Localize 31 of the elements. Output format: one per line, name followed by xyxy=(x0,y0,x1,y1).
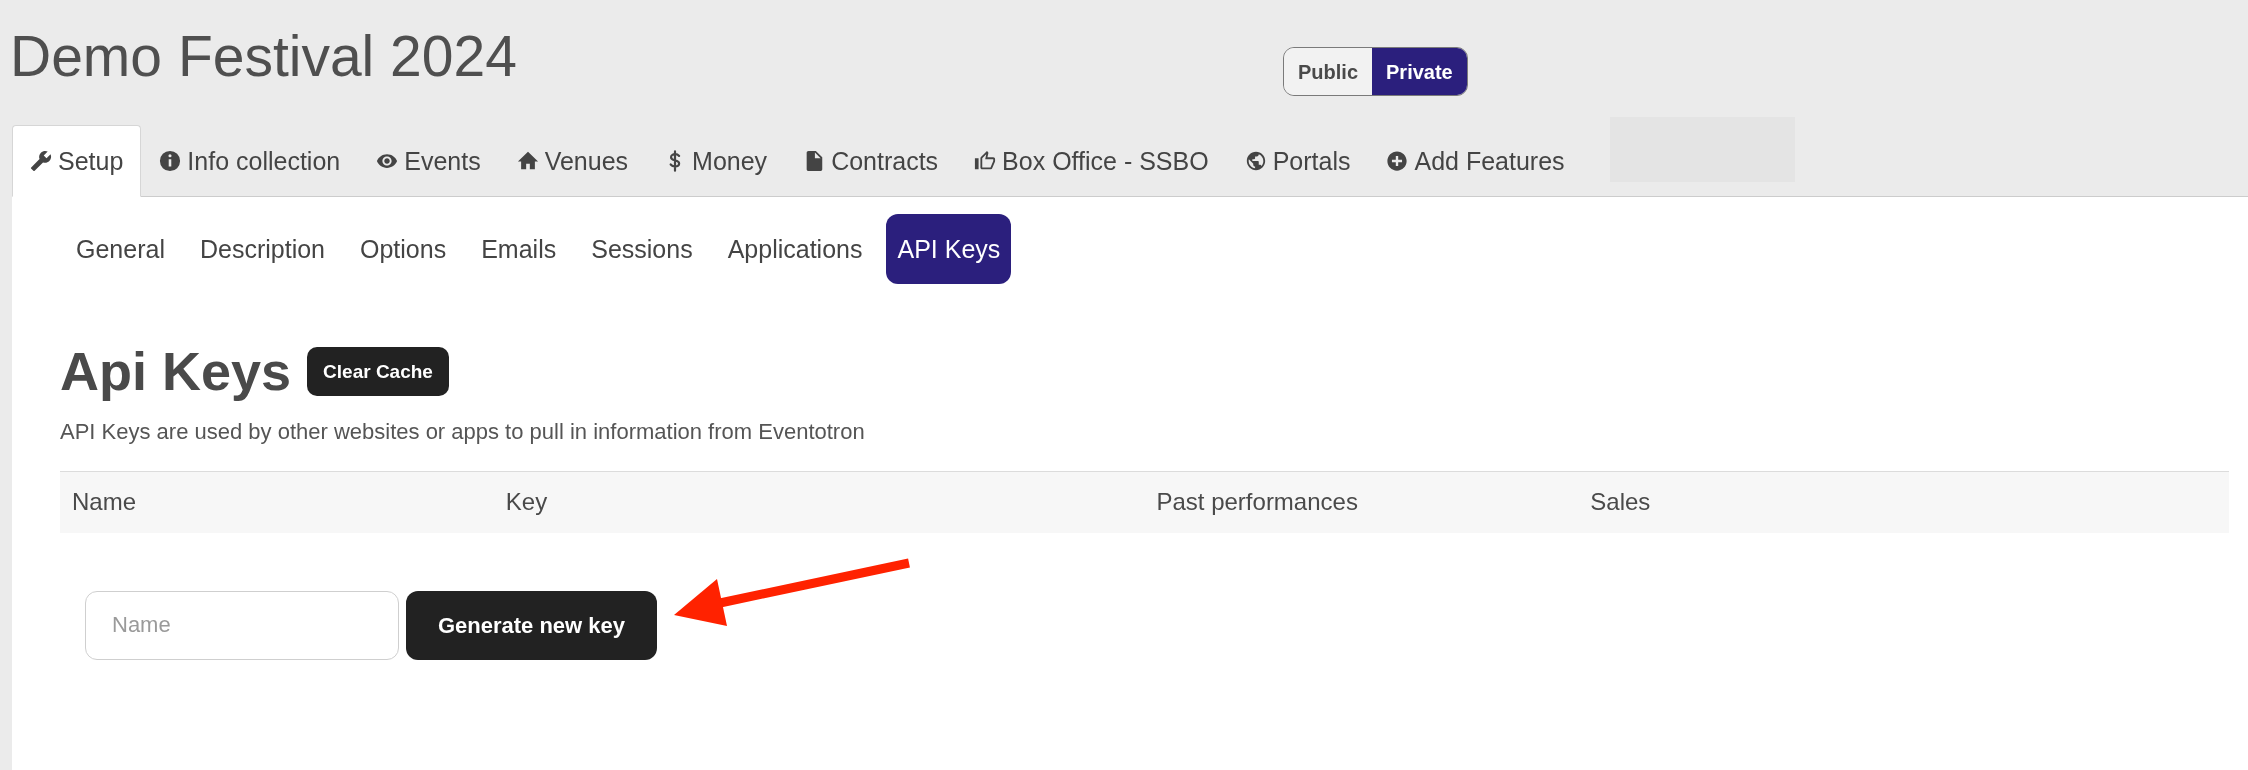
sub-tab[interactable]: Options xyxy=(349,214,458,285)
nav-tab[interactable]: Events xyxy=(358,125,499,198)
sub-tab[interactable]: General xyxy=(65,214,176,285)
clear-cache-button[interactable]: Clear Cache xyxy=(307,347,449,397)
sub-tab[interactable]: Applications xyxy=(716,214,874,285)
page-title: Demo Festival 2024 xyxy=(10,23,517,90)
name-input-field[interactable]: Name xyxy=(85,590,399,660)
column-header: Past performances xyxy=(1144,471,1579,533)
sub-tab[interactable]: API Keys xyxy=(886,214,1012,285)
column-header: Key xyxy=(493,471,1145,533)
generate-key-button[interactable]: Generate new key xyxy=(406,590,657,660)
nav-tab[interactable]: Money xyxy=(646,125,786,198)
section-description: API Keys are used by other websites or apps to pull in information from Eventotron xyxy=(60,418,866,447)
sub-tab[interactable]: Description xyxy=(188,214,336,285)
column-header: Sales xyxy=(1578,471,2229,533)
nav-tab[interactable]: Portals xyxy=(1226,125,1369,198)
nav-tab[interactable]: Contracts xyxy=(785,125,957,198)
globe-icon xyxy=(1244,150,1267,173)
nav-tab[interactable]: Add Features xyxy=(1368,125,1583,198)
toggle-option[interactable]: Public xyxy=(1284,48,1372,96)
nav-tab[interactable]: Info collection xyxy=(141,125,359,198)
info-icon xyxy=(159,150,182,173)
nav-tab[interactable]: Venues xyxy=(498,125,647,198)
sub-tab[interactable]: Sessions xyxy=(580,214,704,285)
toggle-option[interactable]: Private xyxy=(1372,48,1467,96)
column-header: Name xyxy=(60,471,494,533)
nav-tab[interactable]: Setup xyxy=(12,125,142,198)
nav-tab[interactable]: Box Office - SSBO xyxy=(956,125,1227,198)
wrench-icon xyxy=(30,150,52,173)
sub-tab[interactable]: Emails xyxy=(470,214,568,285)
section-heading: Api Keys xyxy=(60,340,292,404)
